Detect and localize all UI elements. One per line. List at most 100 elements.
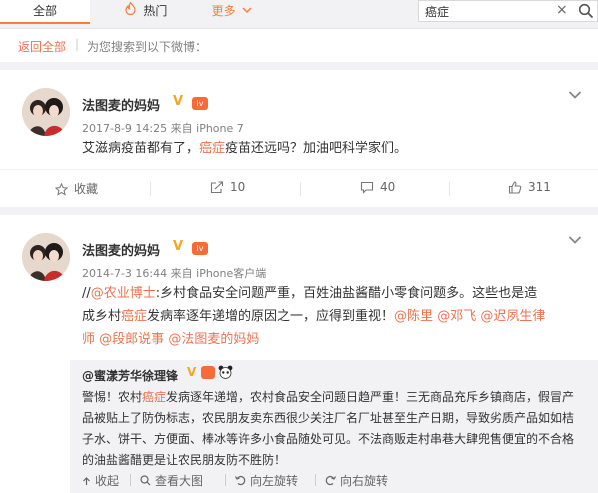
text-segment: 疫苗还远吗？加油吧科学家们。 [225,141,408,156]
mention-link[interactable]: 师 [82,332,95,347]
repost-button[interactable]: 10 [210,180,245,194]
source-prefix: 来自 [170,122,193,135]
fire-icon [124,1,140,18]
search-icon[interactable] [578,3,594,19]
rotate-right-label: 向右旋转 [340,474,389,488]
search-input[interactable] [425,3,545,19]
divider [150,182,151,196]
text-segment: 发病率逐年递增的原因之一，应得到重视！ [147,309,395,324]
zoom-icon [140,475,151,486]
post-meta: 2014-7-3 16:44 来自 iPhone客户端 [82,265,266,281]
post-source: iPhone 7 [196,122,244,135]
back-to-all-link[interactable]: 返回全部 [18,38,66,55]
keyword-highlight: 癌症 [121,309,148,324]
verified-badge: V [173,239,184,254]
verified-badge: V [187,365,197,379]
mention-link[interactable]: @迟夙生律 [480,309,545,324]
search-result-tip: 为您搜索到以下微博： [87,40,208,54]
post-text: //@农业博士:乡村食品安全问题严重，百姓油盐酱醋小零食问题多。这些也是造 成乡… [82,282,582,351]
divider [130,474,131,486]
tab-hot[interactable]: 热门 [106,0,186,24]
text-line: 子水、饼干、方便面、棒冰等许多小食品随处可见。不法商贩走村串巷大肆兜售便宜的不合… [82,432,575,446]
text-segment: 成乡村 [82,309,122,324]
chevron-down-icon [242,7,252,14]
chevron-down-icon[interactable] [568,235,582,245]
level-badge: lv [192,242,208,255]
source-prefix: 来自 [170,267,193,280]
comment-count: 40 [380,180,396,194]
username[interactable]: 法图麦的妈妈 [82,240,160,259]
text-segment: 发病逐年递增，农村食品安全问题日趋严重！三无商品充斥乡镇商店，假冒产 [166,390,575,404]
clear-search-icon[interactable]: × [556,2,568,18]
text-segment: 警惕！农村 [82,390,143,404]
verified-badge: V [173,94,184,109]
reposted-username[interactable]: @蜜漾芳华徐理锋 [82,367,178,384]
divider [300,182,301,196]
view-large-label: 查看大图 [155,474,204,488]
rotate-left-button[interactable]: 向左旋转 [234,472,299,489]
text-line: //@农业博士:乡村食品安全问题严重，百姓油盐酱醋小零食问题多。这些也是造 [82,282,582,305]
view-large-button[interactable]: 查看大图 [140,472,203,489]
post-text: 艾滋病疫苗都有了，癌症疫苗还远吗？加油吧科学家们。 [82,137,582,160]
avatar[interactable] [22,88,70,136]
collapse-label: 收起 [95,474,120,488]
mention-link[interactable]: @农业博士 [91,286,156,301]
text-line: 师 @段郎说事 @法图麦的妈妈 [82,328,582,351]
rotate-left-icon [234,475,246,486]
favorite-label: 收藏 [74,182,99,196]
like-button[interactable]: 311 [508,180,551,194]
tab-more-label: 更多 [211,4,236,18]
tab-hot-label: 热门 [143,4,168,18]
text-line: 的油盐酱醋更是让农民朋友防不胜防！ [82,453,287,467]
text-line: 警惕！农村癌症发病逐年递增，农村食品安全问题日趋严重！三无商品充斥乡镇商店，假冒… [82,387,592,408]
divider: | [75,37,80,51]
top-nav: 全部 热门 更多 × [0,0,598,24]
divider [315,474,316,486]
rotate-right-button[interactable]: 向右旋转 [325,472,388,489]
rotate-left-label: 向左旋转 [250,474,299,488]
mention-link[interactable]: @段郎说事 [99,332,164,347]
action-bar: 收藏 10 40 311 [0,169,598,207]
emoji-icon [201,366,215,379]
weibo-card: 法图麦的妈妈 V lv 2017-8-9 14:25 来自 iPhone 7 艾… [0,70,598,207]
divider [225,474,226,486]
thumbs-up-icon [508,181,522,194]
comment-icon [360,181,374,194]
mention-link[interactable]: @陈里 [394,309,433,324]
avatar[interactable] [22,233,70,281]
level-badge: lv [192,97,208,110]
result-header: 返回全部 | 为您搜索到以下微博： [0,28,598,62]
post-source: iPhone客户端 [196,267,267,280]
username[interactable]: 法图麦的妈妈 [82,95,160,114]
mention-link[interactable]: @邓飞 [437,309,476,324]
keyword-highlight: 癌症 [199,141,226,156]
tab-more[interactable]: 更多 [192,0,272,24]
reposted-text: 警惕！农村癌症发病逐年递增，农村食品安全问题日趋严重！三无商品充斥乡镇商店，假冒… [82,387,592,471]
text-line: 品被贴上了防伪标志，农民朋友卖东西很少关注厂名厂址甚至生产日期，导致劣质产品如如… [82,411,575,425]
panda-icon [218,365,233,383]
post-meta: 2017-8-9 14:25 来自 iPhone 7 [82,120,244,136]
weibo-card: 法图麦的妈妈 V lv 2014-7-3 16:44 来自 iPhone客户端 … [0,215,598,493]
text-segment: // [82,286,91,301]
chevron-up-icon [83,477,90,485]
divider [449,182,450,196]
reposted-weibo: @蜜漾芳华徐理锋 V 警惕！农村癌症发病逐年递增，农村食品安全问题日趋严重！三无… [70,360,598,493]
favorite-button[interactable]: 收藏 [54,180,99,197]
text-segment: 艾滋病疫苗都有了， [82,141,200,156]
post-time[interactable]: 2014-7-3 16:44 [82,267,167,280]
search-box: × [418,0,598,22]
repost-count: 10 [230,180,246,194]
post-time[interactable]: 2017-8-9 14:25 [82,122,167,135]
repost-icon [210,181,224,194]
collapse-button[interactable]: 收起 [82,472,119,489]
like-count: 311 [528,180,551,194]
comment-button[interactable]: 40 [360,180,395,194]
text-line: 成乡村癌症发病率逐年递增的原因之一，应得到重视！@陈里 @邓飞 @迟夙生律 [82,305,582,328]
mention-link[interactable]: @法图麦的妈妈 [168,332,259,347]
rotate-right-icon [325,475,337,486]
chevron-down-icon[interactable] [568,90,582,100]
keyword-highlight: 癌症 [142,390,167,404]
star-icon [54,182,69,196]
tab-all[interactable]: 全部 [0,0,90,24]
text-segment: :乡村食品安全问题严重，百姓油盐酱醋小零食问题多。这些也是造 [155,286,538,301]
